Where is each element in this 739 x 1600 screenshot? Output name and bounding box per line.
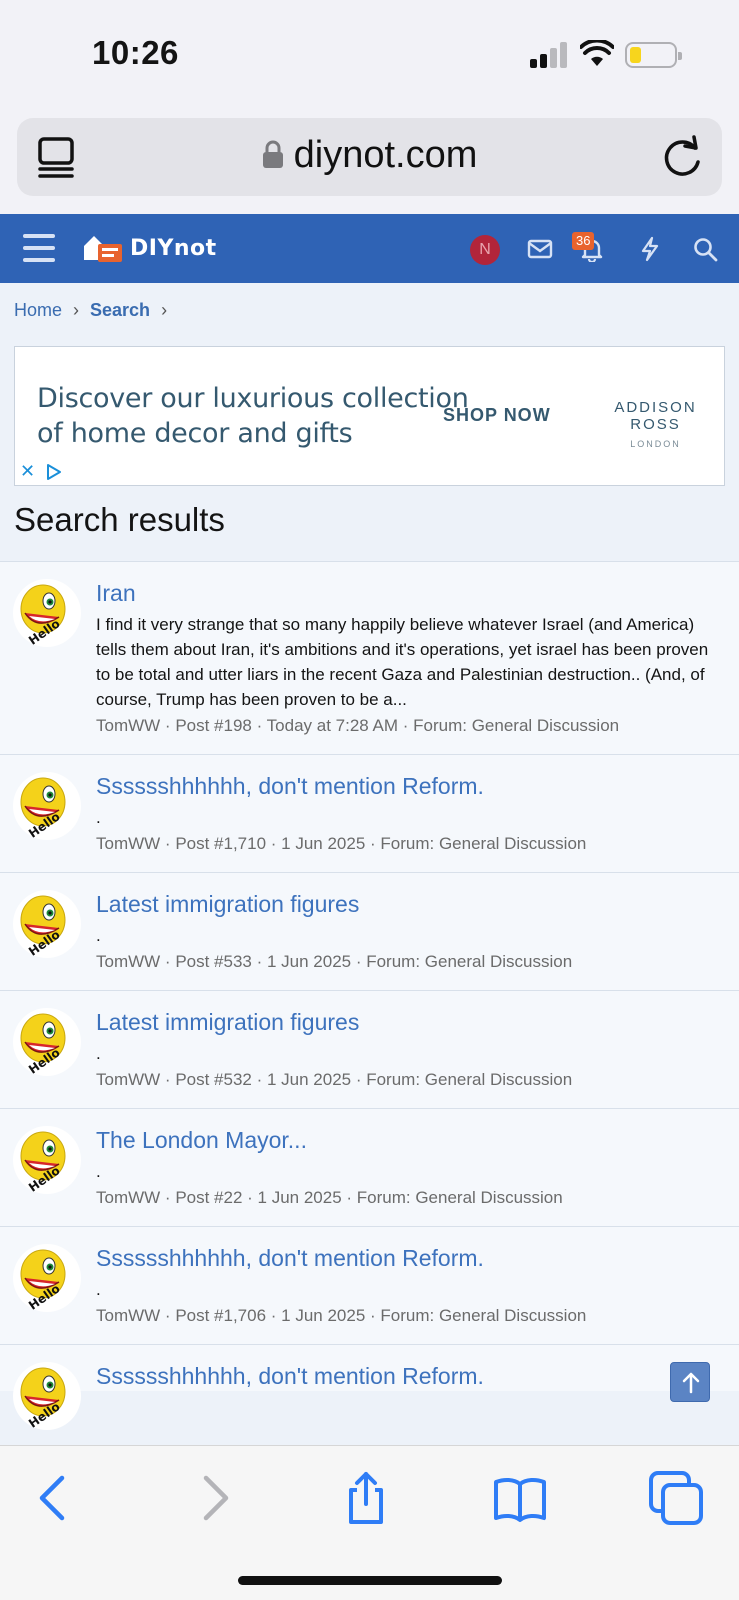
- breadcrumb: Home › Search ›: [14, 300, 178, 321]
- search-results-list: Hello Iran I find it very strange that s…: [0, 561, 739, 1431]
- result-snippet: .: [96, 926, 101, 945]
- page-title: Search results: [14, 501, 225, 538]
- result-title[interactable]: Iran: [96, 578, 727, 608]
- share-icon[interactable]: [338, 1470, 394, 1526]
- user-avatar-image[interactable]: Hello: [13, 1244, 81, 1313]
- search-result-item[interactable]: Hello Latest immigration figures . TomWW…: [0, 872, 739, 990]
- logo-house-icon: [84, 236, 122, 262]
- wifi-icon: [580, 40, 614, 66]
- ad-line-1: Discover our luxurious collection: [37, 383, 469, 414]
- advertisement-banner[interactable]: Discover our luxurious collection of hom…: [14, 346, 725, 486]
- user-avatar-image[interactable]: Hello: [13, 1008, 81, 1077]
- inbox-icon[interactable]: [526, 236, 554, 262]
- chevron-right-icon: ›: [73, 300, 80, 320]
- breadcrumb-search[interactable]: Search: [90, 300, 150, 321]
- result-meta: TomWW · Post #532 · 1 Jun 2025 · Forum: …: [96, 1070, 573, 1089]
- site-logo[interactable]: DIYnot: [82, 232, 217, 264]
- result-title[interactable]: The London Mayor...: [96, 1125, 727, 1155]
- ad-brand-sub: LONDON: [630, 439, 681, 449]
- reload-icon[interactable]: [660, 134, 704, 180]
- search-icon[interactable]: [692, 236, 720, 262]
- cellular-signal-icon: [530, 42, 568, 68]
- search-result-item[interactable]: Hello Latest immigration figures . TomWW…: [0, 990, 739, 1108]
- search-result-item[interactable]: Hello Iran I find it very strange that s…: [0, 561, 739, 754]
- search-result-item[interactable]: Hello Sssssshhhhhh, don't mention Reform…: [0, 1226, 739, 1344]
- status-bar: 10:26: [0, 0, 739, 110]
- result-title[interactable]: Sssssshhhhhh, don't mention Reform.: [96, 1361, 727, 1391]
- ad-brand-name: ADDISON ROSS: [614, 399, 697, 433]
- result-snippet: .: [96, 1162, 101, 1181]
- address-bar[interactable]: diynot.com: [17, 118, 722, 196]
- back-icon[interactable]: [26, 1470, 82, 1526]
- search-result-item[interactable]: Hello The London Mayor... . TomWW · Post…: [0, 1108, 739, 1226]
- lock-icon: [262, 140, 283, 168]
- user-avatar-image[interactable]: Hello: [13, 1126, 81, 1195]
- home-indicator: [238, 1576, 502, 1585]
- url-display[interactable]: diynot.com: [17, 134, 722, 177]
- ad-line-2: of home decor and gifts: [37, 418, 353, 449]
- adchoices-icon[interactable]: [45, 463, 63, 481]
- user-avatar[interactable]: N: [470, 235, 500, 265]
- user-avatar-image[interactable]: Hello: [13, 772, 81, 841]
- bookmarks-icon[interactable]: [492, 1470, 548, 1526]
- result-title[interactable]: Sssssshhhhhh, don't mention Reform.: [96, 1243, 727, 1273]
- user-avatar-image[interactable]: Hello: [13, 1362, 81, 1431]
- battery-icon: [625, 42, 682, 68]
- site-header: DIYnot N: [0, 214, 739, 283]
- result-meta: TomWW · Post #1,706 · 1 Jun 2025 · Forum…: [96, 1306, 587, 1325]
- result-meta: TomWW · Post #533 · 1 Jun 2025 · Forum: …: [96, 952, 573, 971]
- result-snippet: .: [96, 808, 101, 827]
- status-time: 10:26: [92, 34, 179, 71]
- result-meta: TomWW · Post #22 · 1 Jun 2025 · Forum: G…: [96, 1188, 563, 1207]
- ad-shop-now-button[interactable]: SHOP NOW: [443, 405, 551, 426]
- menu-icon[interactable]: [23, 234, 55, 262]
- alerts-badge: 36: [572, 232, 595, 250]
- scroll-to-top-button[interactable]: [670, 1362, 710, 1402]
- ad-brand-logo[interactable]: ADDISON ROSS LONDON: [587, 399, 724, 449]
- tabs-icon[interactable]: [648, 1470, 704, 1526]
- result-meta: TomWW · Post #1,710 · 1 Jun 2025 · Forum…: [96, 834, 587, 853]
- search-result-item[interactable]: Hello Sssssshhhhhh, don't mention Reform…: [0, 1344, 739, 1431]
- arrow-up-icon: [682, 1372, 700, 1394]
- ad-headline[interactable]: Discover our luxurious collection of hom…: [37, 381, 469, 451]
- result-meta: TomWW · Post #198 · Today at 7:28 AM · F…: [96, 716, 620, 735]
- ad-close-icon[interactable]: ✕: [20, 461, 35, 482]
- user-avatar-image[interactable]: Hello: [13, 579, 81, 648]
- result-snippet: I find it very strange that so many happ…: [96, 615, 709, 709]
- breadcrumb-home[interactable]: Home: [14, 300, 62, 321]
- result-title[interactable]: Latest immigration figures: [96, 1007, 727, 1037]
- result-title[interactable]: Sssssshhhhhh, don't mention Reform.: [96, 771, 727, 801]
- result-snippet: .: [96, 1044, 101, 1063]
- user-avatar-image[interactable]: Hello: [13, 890, 81, 959]
- search-result-item[interactable]: Hello Sssssshhhhhh, don't mention Reform…: [0, 754, 739, 872]
- result-title[interactable]: Latest immigration figures: [96, 889, 727, 919]
- url-text: diynot.com: [293, 134, 478, 176]
- whats-new-icon[interactable]: [636, 236, 664, 262]
- forward-icon[interactable]: [186, 1470, 242, 1526]
- result-snippet: .: [96, 1280, 101, 1299]
- main-content: Home › Search › Discover our luxurious c…: [0, 283, 739, 1445]
- chevron-right-icon: ›: [161, 300, 168, 320]
- logo-text: DIYnot: [130, 235, 217, 261]
